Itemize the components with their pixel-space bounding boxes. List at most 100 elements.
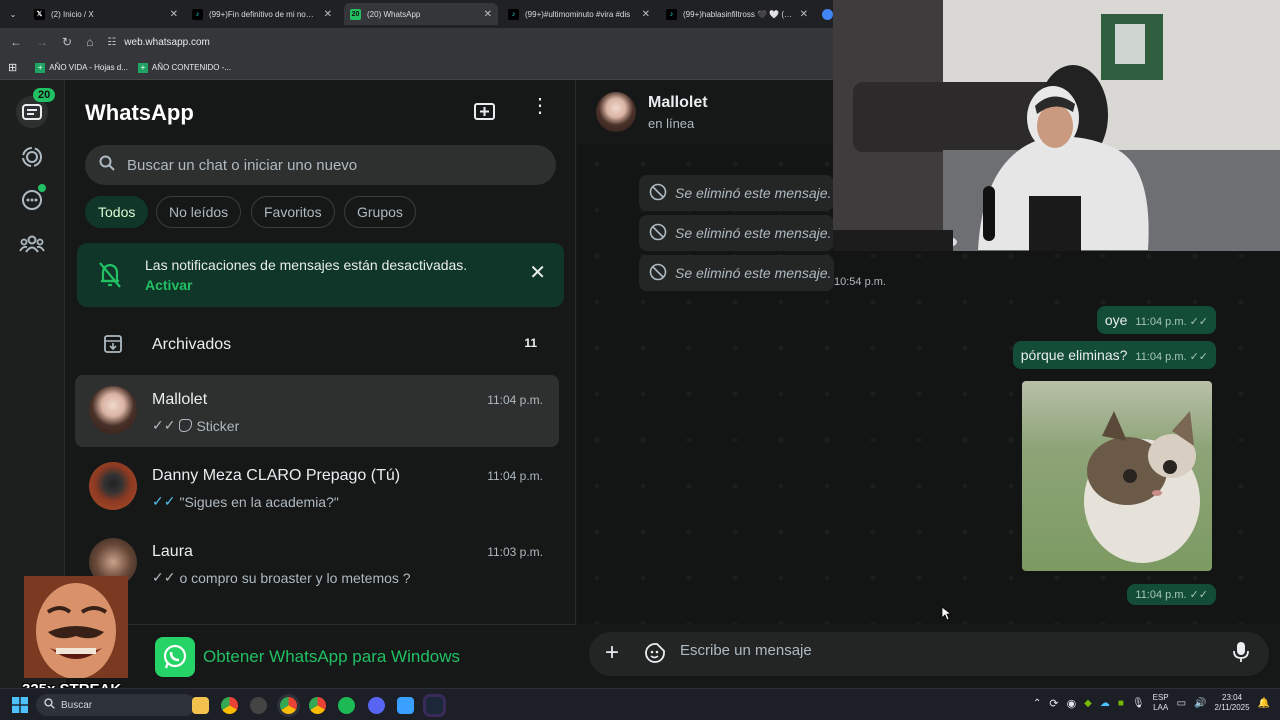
url-text: web.whatsapp.com	[124, 36, 210, 48]
tab-tiktok-3[interactable]: ♪ (99+)hablasinfiltross 🖤 🤍 (@h ✕	[660, 3, 814, 25]
bookmark-ano-vida[interactable]: + AÑO VIDA - Hojas d...	[35, 62, 128, 73]
system-tray: ⌃ ⟳ ◉ ◆ ☁ ■ 🎙 ESP LAA ▭ 🔊 23:04 2/11/202…	[1033, 693, 1270, 713]
chat-row-laura[interactable]: Laura 11:03 p.m. ✓✓ o compro su broaster…	[75, 527, 559, 599]
app-tray-icon[interactable]: ■	[1118, 698, 1124, 709]
blocked-icon	[649, 223, 667, 244]
nvidia-icon[interactable]: ◆	[1084, 698, 1092, 709]
tab-x[interactable]: 𝕏 (2) Inicio / X ✕	[28, 3, 184, 25]
sticker-icon	[179, 419, 193, 432]
menu-icon[interactable]: ⋮	[530, 96, 550, 116]
double-check-icon: ✓✓	[1189, 589, 1208, 601]
tab-whatsapp[interactable]: 20 (20) WhatsApp ✕	[344, 3, 498, 25]
archived-row[interactable]: Archivados 11	[65, 320, 576, 368]
get-app-banner[interactable]: Obtener WhatsApp para Windows	[65, 624, 576, 688]
chat-time: 11:03 p.m.	[487, 545, 543, 559]
discord-icon[interactable]	[368, 697, 385, 714]
channels-icon[interactable]	[16, 184, 48, 216]
new-dot	[38, 184, 46, 192]
filter-favoritos[interactable]: Favoritos	[251, 196, 335, 228]
chrome-icon[interactable]	[221, 697, 238, 714]
chat-name: Mallolet	[152, 391, 208, 408]
windows-taskbar: Buscar ⌃ ⟳ ◉ ◆ ☁ ■ 🎙 ESP LAA ▭ 🔊 23:04 2…	[0, 688, 1280, 720]
filter-no-leidos[interactable]: No leídos	[156, 196, 242, 228]
network-app-icon[interactable]: ☁	[1100, 698, 1110, 709]
forward-icon[interactable]: →	[36, 35, 48, 49]
whatsapp-logo-icon	[155, 637, 195, 677]
microphone-icon[interactable]	[1233, 641, 1249, 668]
chrome-profile-icon[interactable]	[309, 697, 326, 714]
status-icon[interactable]	[16, 141, 48, 173]
outgoing-message: pórque eliminas? 11:04 p.m. ✓✓	[1012, 341, 1216, 369]
avatar[interactable]	[596, 92, 636, 132]
tiktok-icon: ♪	[192, 8, 203, 20]
avatar	[89, 386, 137, 434]
windows-start-icon[interactable]	[12, 697, 28, 718]
filter-grupos[interactable]: Grupos	[344, 196, 416, 228]
notification-banner: Las notificaciones de mensajes están des…	[77, 243, 564, 307]
unread-badge: 20	[33, 88, 56, 102]
notepad-icon[interactable]	[397, 697, 414, 714]
site-info-icon[interactable]: ☷	[107, 37, 116, 48]
apps-grid-icon[interactable]: ⊞	[8, 61, 17, 74]
tab-list-button[interactable]: ⌄	[4, 3, 22, 25]
tab-chrome[interactable]	[816, 3, 834, 25]
chrome-icon	[822, 8, 833, 20]
tiktok-icon: ♪	[508, 8, 519, 20]
chat-row-mallolet[interactable]: Mallolet 11:04 p.m. ✓✓ Sticker	[75, 375, 559, 447]
back-icon[interactable]: ←	[10, 35, 22, 49]
reload-icon[interactable]: ↻	[62, 35, 72, 49]
double-check-icon: ✓✓	[152, 569, 176, 585]
sticker-time-pill: 11:04 p.m. ✓✓	[1127, 584, 1216, 605]
attach-plus-icon[interactable]: +	[605, 641, 619, 665]
close-icon[interactable]: ✕	[484, 9, 492, 20]
notification-bell-icon[interactable]: 🔔	[1258, 698, 1270, 709]
chat-row-danny[interactable]: Danny Meza CLARO Prepago (Tú) 11:04 p.m.…	[75, 451, 559, 523]
close-icon[interactable]: ✕	[324, 9, 332, 20]
taskbar-search[interactable]: Buscar	[36, 694, 196, 716]
composer-bar: + Escribe un mensaje	[577, 624, 1280, 688]
notification-text: Las notificaciones de mensajes están des…	[145, 257, 468, 273]
close-icon[interactable]: ✕	[800, 9, 808, 20]
deleted-message: Se eliminó este mensaje.	[639, 255, 834, 291]
close-icon[interactable]: ✕	[170, 9, 178, 20]
obs-icon[interactable]: ◉	[1067, 697, 1077, 710]
bell-off-icon	[97, 261, 123, 294]
file-explorer-icon[interactable]	[192, 697, 209, 714]
search-input[interactable]: Buscar un chat o iniciar uno nuevo	[85, 145, 556, 185]
sync-icon[interactable]: ⟳	[1049, 697, 1058, 710]
language-indicator[interactable]: ESP LAA	[1153, 693, 1169, 713]
mouse-cursor-icon	[941, 606, 953, 626]
sticker-image[interactable]	[1022, 381, 1212, 571]
monitor-icon[interactable]: ▭	[1177, 698, 1186, 709]
home-icon[interactable]: ⌂	[86, 35, 93, 49]
tab-tiktok-2[interactable]: ♪ (99+)#ultimominuto #vira #dis ✕	[502, 3, 656, 25]
clock[interactable]: 23:04 2/11/2025	[1215, 693, 1250, 713]
chat-time: 11:04 p.m.	[487, 469, 543, 483]
close-icon[interactable]: ✕	[529, 263, 546, 283]
filter-todos[interactable]: Todos	[85, 196, 149, 228]
whatsapp-icon: 20	[350, 8, 361, 20]
deleted-message: Se eliminó este mensaje.	[639, 215, 834, 251]
emoji-sticker-icon[interactable]	[644, 642, 666, 669]
close-icon[interactable]: ✕	[642, 9, 650, 20]
search-icon	[44, 698, 55, 712]
chevron-up-icon[interactable]: ⌃	[1033, 698, 1041, 709]
deleted-message: Se eliminó este mensaje.	[639, 175, 834, 211]
communities-icon[interactable]	[16, 228, 48, 260]
microphone-icon[interactable]: 🎙	[1132, 698, 1145, 709]
sheets-icon: +	[35, 62, 46, 73]
activar-link[interactable]: Activar	[145, 277, 192, 293]
steam-icon[interactable]	[426, 697, 443, 714]
chat-name: Danny Meza CLARO Prepago (Tú)	[152, 467, 401, 484]
tab-tiktok-1[interactable]: ♪ (99+)Fin definitivo de mi novela ✕	[186, 3, 338, 25]
spotify-icon[interactable]	[338, 697, 355, 714]
archive-icon	[103, 334, 123, 359]
new-chat-icon[interactable]	[473, 102, 497, 127]
composer-placeholder: Escribe un mensaje	[680, 642, 812, 659]
url-field[interactable]: ☷ web.whatsapp.com	[107, 37, 210, 48]
chrome-active-icon[interactable]	[280, 697, 297, 714]
volume-icon[interactable]: 🔊	[1194, 698, 1206, 709]
chat-preview: ✓✓ Sticker	[152, 417, 240, 434]
app-icon[interactable]	[250, 697, 267, 714]
bookmark-ano-contenido[interactable]: + AÑO CONTENIDO -...	[137, 62, 231, 73]
